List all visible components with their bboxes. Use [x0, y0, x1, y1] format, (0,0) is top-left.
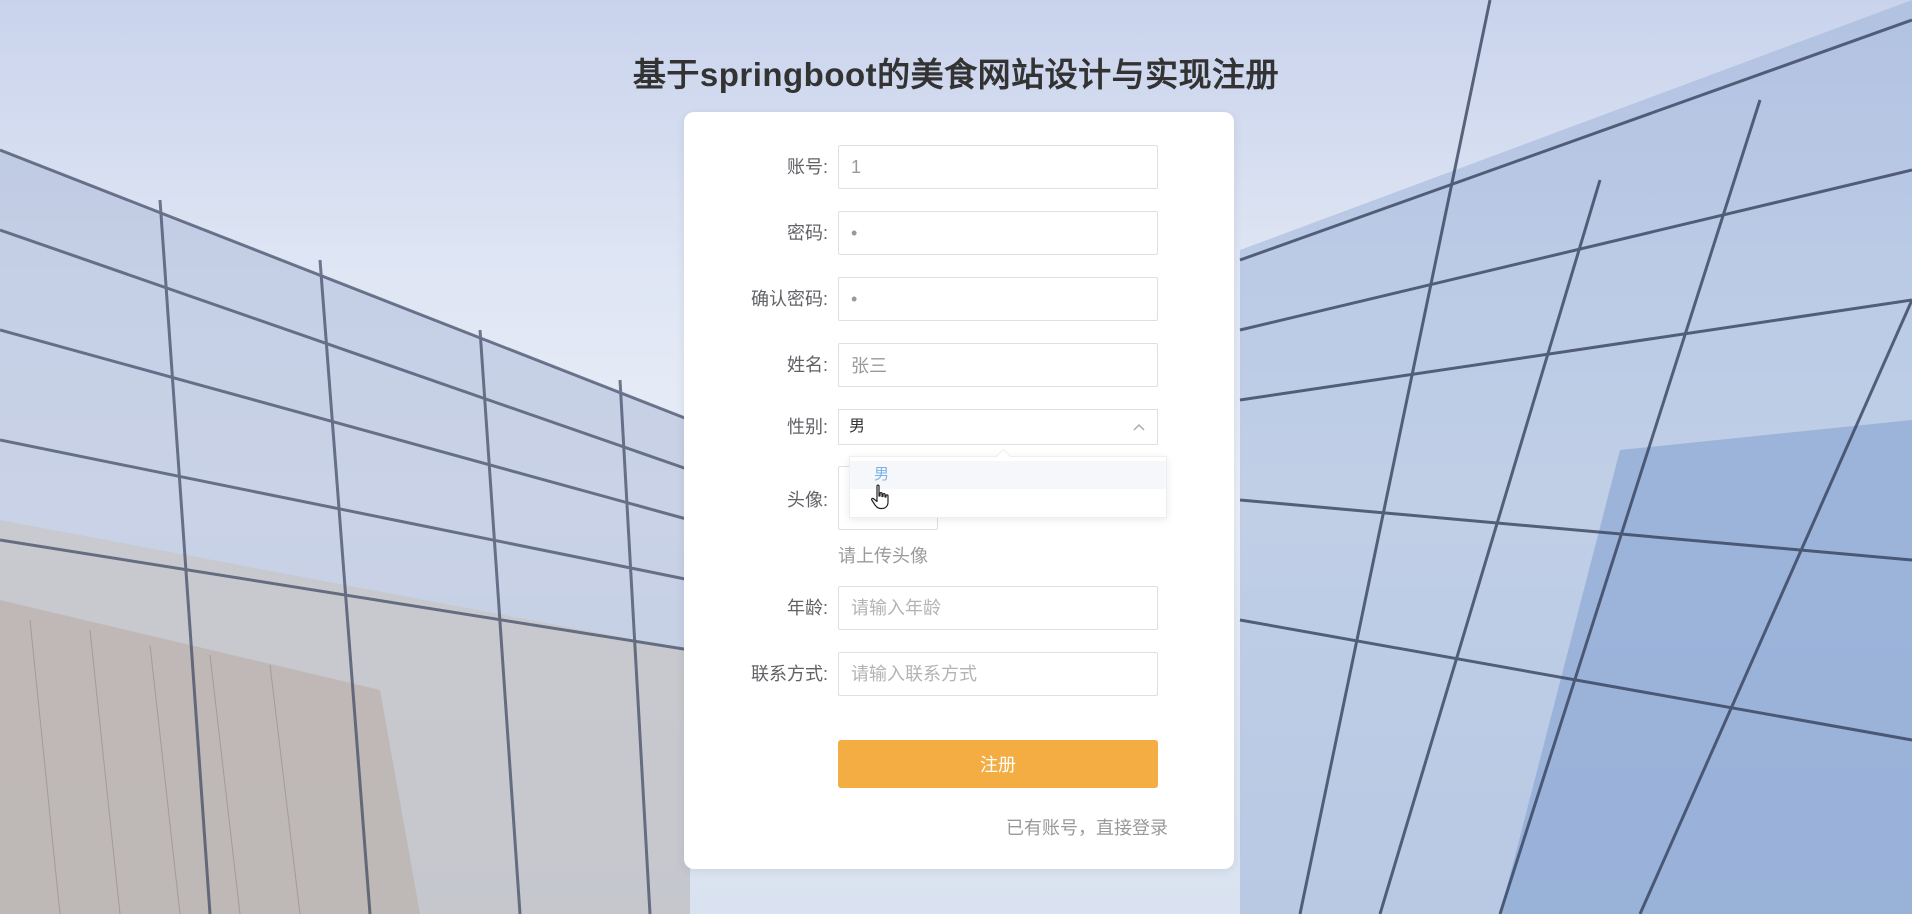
- name-label: 姓名:: [786, 355, 828, 375]
- age-input[interactable]: [838, 586, 1158, 630]
- contact-input[interactable]: [838, 652, 1158, 696]
- confirm-password-label: 确认密码:: [750, 289, 828, 309]
- name-input[interactable]: [838, 343, 1158, 387]
- confirm-password-input[interactable]: [838, 277, 1158, 321]
- contact-row: 联系方式:: [684, 652, 1234, 696]
- register-form-card: 账号: 密码: 确认密码: 姓名: 性别: 男 头像: 请上传头像 年龄: 联系…: [684, 112, 1234, 869]
- register-button[interactable]: 注册: [838, 740, 1158, 788]
- gender-dropdown: 男: [849, 456, 1167, 518]
- password-label: 密码:: [786, 223, 828, 243]
- confirm-password-row: 确认密码:: [684, 277, 1234, 321]
- page-title: 基于springboot的美食网站设计与实现注册: [632, 56, 1280, 93]
- account-label: 账号:: [786, 157, 828, 177]
- password-row: 密码:: [684, 211, 1234, 255]
- avatar-label: 头像:: [786, 490, 828, 510]
- gender-selected-value: 男: [849, 418, 866, 435]
- gender-row: 性别: 男: [684, 409, 1234, 453]
- hand-pointer-icon: [870, 484, 892, 515]
- name-row: 姓名:: [684, 343, 1234, 387]
- account-row: 账号:: [684, 145, 1234, 189]
- gender-option-male[interactable]: 男: [850, 461, 1166, 489]
- contact-label: 联系方式:: [750, 664, 828, 684]
- chevron-up-icon: [1133, 410, 1145, 444]
- age-label: 年龄:: [786, 598, 828, 618]
- gender-select[interactable]: 男: [838, 409, 1158, 445]
- age-row: 年龄:: [684, 586, 1234, 630]
- login-link[interactable]: 已有账号，直接登录: [1006, 814, 1168, 840]
- account-input[interactable]: [838, 145, 1158, 189]
- password-input[interactable]: [838, 211, 1158, 255]
- avatar-upload-hint: 请上传头像: [838, 546, 928, 566]
- gender-label: 性别:: [786, 417, 828, 437]
